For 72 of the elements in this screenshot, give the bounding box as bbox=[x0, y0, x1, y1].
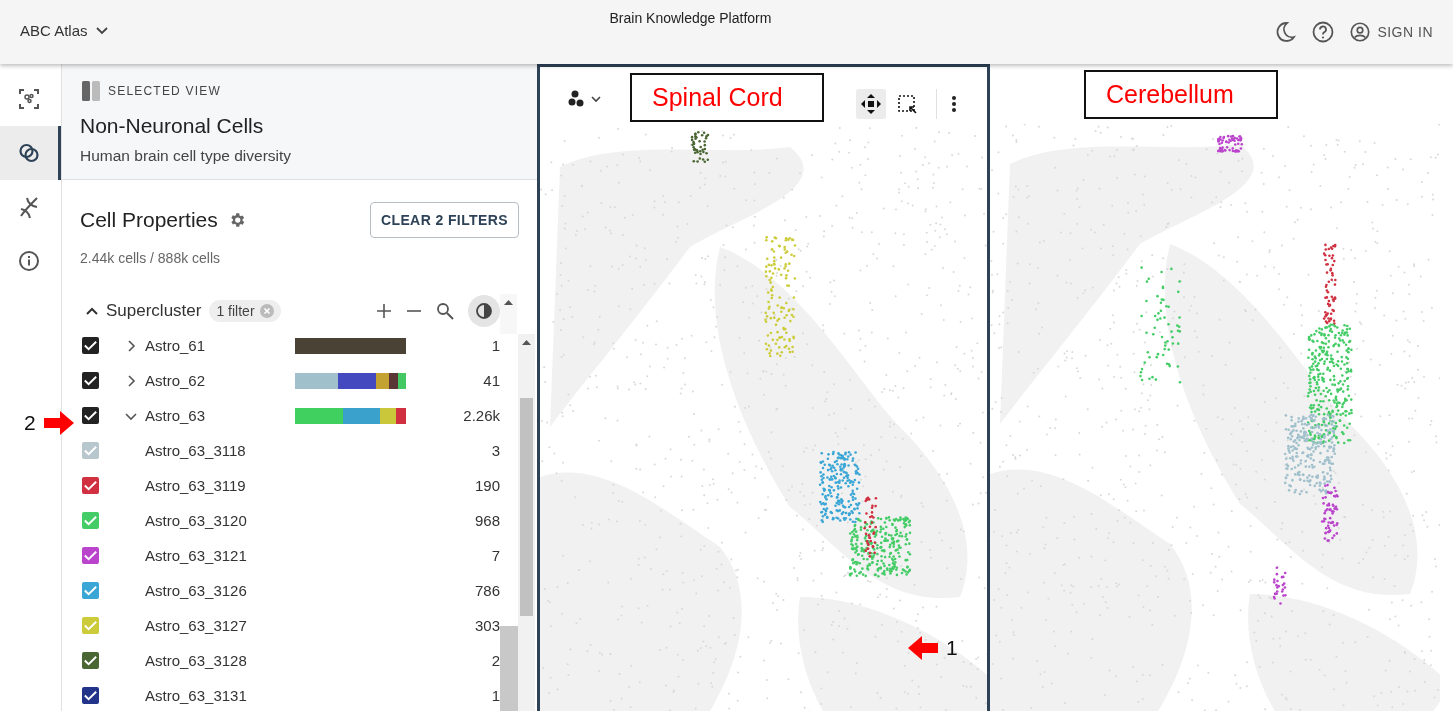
subcluster-label: Astro_63_3121 bbox=[145, 547, 248, 564]
contrast-icon bbox=[475, 302, 493, 320]
dna-icon bbox=[17, 195, 41, 219]
nav-rail-button[interactable] bbox=[0, 126, 61, 180]
cell-count-value: 1 bbox=[491, 687, 500, 704]
cell-count-value: 1 bbox=[491, 337, 500, 354]
cell-count-value: 303 bbox=[474, 617, 500, 634]
cell-count-value: 786 bbox=[474, 582, 500, 599]
section-caption: SELECTED VIEW bbox=[108, 84, 221, 98]
sign-in-button[interactable]: SIGN IN bbox=[1349, 21, 1433, 43]
checkbox[interactable] bbox=[82, 652, 99, 669]
subcluster-label: Astro_63_3128 bbox=[145, 652, 248, 669]
split-view-icon bbox=[80, 80, 102, 102]
scrollbar-thumb[interactable] bbox=[520, 398, 533, 616]
checkbox[interactable] bbox=[82, 617, 99, 634]
annotation-number: 2 bbox=[24, 411, 36, 435]
subcluster-label: Astro_63_3126 bbox=[145, 582, 248, 599]
view-subtitle: Human brain cell type diversity bbox=[80, 147, 293, 165]
cluster-label: Astro_61 bbox=[145, 337, 207, 354]
annotation-number: 1 bbox=[946, 636, 958, 660]
scan-icon bbox=[17, 87, 41, 111]
annotation-label: Cerebellum bbox=[1084, 70, 1278, 119]
annotation-arrow-icon bbox=[908, 636, 938, 660]
account-icon bbox=[1349, 21, 1372, 43]
checkbox[interactable] bbox=[82, 442, 99, 459]
cell-count-value: 41 bbox=[483, 372, 500, 389]
help-icon[interactable] bbox=[1311, 20, 1336, 44]
info-icon bbox=[17, 249, 41, 273]
subcluster-label: Astro_63_3119 bbox=[145, 477, 247, 494]
cell-count-value: 2 bbox=[491, 652, 500, 669]
cell-count-value: 3 bbox=[491, 442, 500, 459]
clear-filters-button[interactable]: CLEAR 2 FILTERS bbox=[369, 202, 519, 238]
section-title: Cell Properties bbox=[80, 208, 218, 232]
annotation-label: Spinal Cord bbox=[630, 73, 824, 122]
more-icon[interactable] bbox=[951, 95, 957, 113]
cluster-label: Astro_63 bbox=[145, 407, 207, 424]
checkbox[interactable] bbox=[82, 687, 99, 704]
checkbox[interactable] bbox=[82, 547, 99, 564]
subcluster-label: Astro_63_3127 bbox=[145, 617, 248, 634]
cell-count-value: 190 bbox=[474, 477, 500, 494]
chevron-right-icon[interactable] bbox=[125, 339, 137, 352]
subcluster-label: Astro_63_3120 bbox=[145, 512, 248, 529]
chevron-down-icon bbox=[95, 26, 108, 35]
cell-count: 2.44k cells / 888k cells bbox=[79, 249, 222, 266]
chevron-right-icon[interactable] bbox=[125, 374, 137, 387]
subcluster-label: Astro_63_3131 bbox=[145, 687, 248, 704]
search-icon[interactable] bbox=[436, 302, 454, 320]
cell-count-value: 968 bbox=[474, 512, 500, 529]
annotation-arrow-icon bbox=[43, 411, 74, 435]
group-title: Supercluster bbox=[106, 301, 202, 321]
checkbox[interactable] bbox=[82, 407, 99, 424]
view-title: Non-Neuronal Cells bbox=[80, 114, 265, 138]
filter-chip[interactable]: 1 filter bbox=[209, 300, 281, 322]
contrast-button[interactable] bbox=[468, 295, 500, 327]
overlapping-circles-icon bbox=[17, 141, 41, 165]
cluster-label: Astro_62 bbox=[145, 372, 207, 389]
collapse-icon[interactable] bbox=[86, 307, 98, 315]
checkbox[interactable] bbox=[82, 477, 99, 494]
checkbox[interactable] bbox=[82, 337, 99, 354]
scrollbar[interactable] bbox=[500, 294, 517, 334]
app-title: Brain Knowledge Platform bbox=[608, 10, 773, 26]
scrollbar[interactable] bbox=[518, 334, 535, 711]
cluster-dots-icon[interactable] bbox=[568, 89, 602, 109]
subcluster-label: Astro_63_3118 bbox=[145, 442, 247, 459]
checkbox[interactable] bbox=[82, 512, 99, 529]
move-tool-button[interactable] bbox=[856, 89, 886, 119]
checkbox[interactable] bbox=[82, 372, 99, 389]
plus-icon[interactable] bbox=[376, 303, 392, 319]
cell-count-value: 2.26k bbox=[463, 407, 500, 424]
cell-count-value: 7 bbox=[491, 547, 500, 564]
app-menu[interactable]: ABC Atlas bbox=[20, 22, 108, 39]
checkbox[interactable] bbox=[82, 582, 99, 599]
